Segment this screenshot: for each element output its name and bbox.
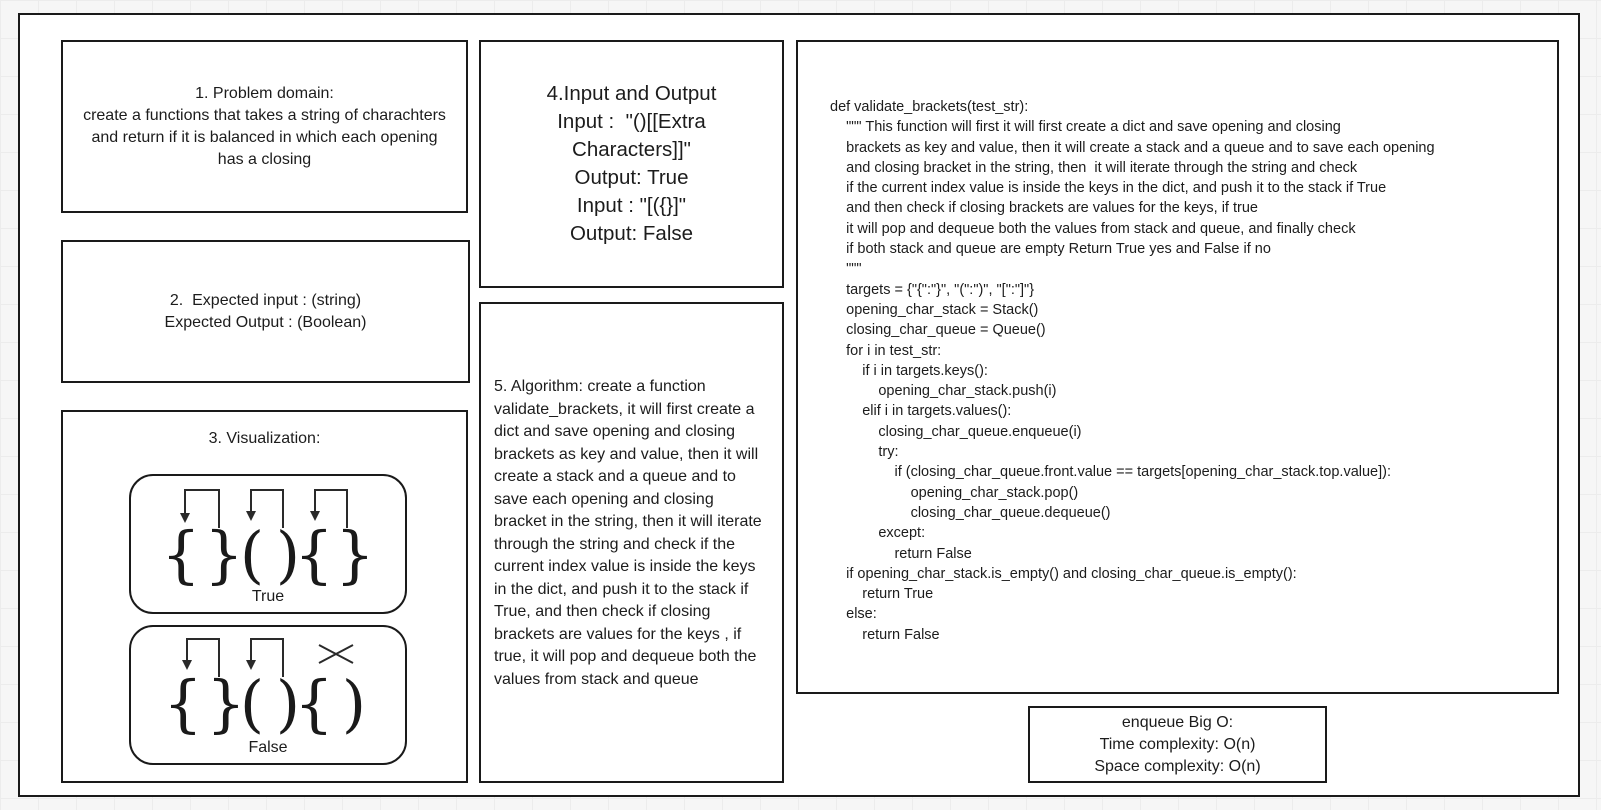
input-output-title: 4.Input and Output [546, 82, 717, 105]
bracket-glyph: } [335, 518, 374, 591]
example-false-label: False [248, 739, 288, 756]
input-output-card[interactable]: 4.Input and Output Input : "()[[Extra Ch… [479, 40, 784, 288]
bracket-glyph: ( [240, 518, 264, 591]
code-line: closing_char_queue.dequeue() [830, 504, 1111, 521]
code-card[interactable]: def validate_brackets(test_str): """ Thi… [796, 40, 1559, 694]
algorithm-text: 5. Algorithm: create a function validate… [494, 378, 762, 688]
code-line: opening_char_stack = Stack() [830, 301, 1039, 318]
code-line: and closing bracket in the string, then … [830, 159, 1358, 176]
algorithm-card[interactable]: 5. Algorithm: create a function validate… [479, 302, 784, 783]
bracket-glyph: } [204, 518, 243, 591]
visualization-title: 3. Visualization: [208, 430, 321, 447]
bracket-glyph: ) [342, 667, 366, 740]
example-true-label: True [251, 588, 285, 605]
code-line: targets = {"{":"}", "(":")", "[":"]"} [830, 281, 1035, 298]
visualization-example-true: { } ( ) { } True [129, 474, 407, 614]
input-output-line: Output: True [574, 166, 689, 189]
problem-domain-title: 1. Problem domain: [195, 84, 334, 102]
expected-output-text: Expected Output : (Boolean) [164, 313, 367, 331]
code-line: it will pop and dequeue both the values … [830, 220, 1356, 237]
code-line: return True [830, 586, 934, 603]
code-line: """ [830, 261, 862, 278]
code-line: for i in test_str: [830, 342, 942, 359]
code-line: """ This function will first it will fir… [830, 119, 1341, 136]
code-line: else: [830, 606, 877, 623]
input-output-line: Input : "()[[Extra [557, 110, 706, 133]
code-line: if (closing_char_queue.front.value == ta… [830, 464, 1392, 481]
bracket-glyph: ( [240, 667, 264, 740]
big-o-card[interactable]: enqueue Big O: Time complexity: O(n) Spa… [1028, 706, 1327, 783]
code-line: closing_char_queue = Queue() [830, 322, 1046, 339]
code-line: return False [830, 545, 972, 562]
code-line: opening_char_stack.push(i) [830, 383, 1057, 400]
problem-domain-card[interactable]: 1. Problem domain: create a functions th… [61, 40, 468, 213]
code-line: except: [830, 525, 926, 542]
bracket-glyph: { [294, 518, 333, 591]
code-block: def validate_brackets(test_str): """ Thi… [830, 97, 1435, 645]
code-line: and then check if closing brackets are v… [830, 200, 1258, 217]
input-output-line: Output: False [569, 222, 694, 245]
problem-domain-line: has a closing [217, 150, 312, 168]
code-line: try: [830, 444, 899, 461]
visualization-card[interactable]: 3. Visualization: { } ( ) { } True {} (… [61, 410, 468, 783]
bracket-glyph: { [294, 667, 333, 740]
expected-io-card[interactable]: 2. Expected input : (string) Expected Ou… [61, 240, 470, 383]
problem-domain-line: create a functions that takes a string o… [83, 106, 446, 124]
input-output-line: Characters]]" [572, 138, 691, 161]
cross-icon [318, 644, 354, 664]
bracket-glyph: { [163, 667, 202, 740]
expected-input-text: 2. Expected input : (string) [169, 291, 362, 309]
input-output-line: Input : "[({}]" [576, 194, 687, 217]
code-line: if both stack and queue are empty Return… [830, 241, 1271, 258]
code-line: def validate_brackets(test_str): [830, 99, 1029, 115]
time-complexity-text: Time complexity: O(n) [1099, 735, 1256, 753]
code-line: closing_char_queue.enqueue(i) [830, 423, 1082, 440]
space-complexity-text: Space complexity: O(n) [1094, 757, 1261, 775]
code-line: return False [830, 626, 940, 643]
code-line: elif i in targets.values(): [830, 403, 1012, 420]
bracket-glyph: { [161, 518, 200, 591]
code-line: if i in targets.keys(): [830, 362, 988, 379]
code-line: if opening_char_stack.is_empty() and clo… [830, 565, 1297, 582]
problem-domain-line: and return if it is balanced in which ea… [91, 128, 438, 146]
code-line: if the current index value is inside the… [830, 180, 1387, 197]
big-o-title: enqueue Big O: [1121, 713, 1234, 731]
code-line: brackets as key and value, then it will … [830, 139, 1435, 156]
code-line: opening_char_stack.pop() [830, 484, 1079, 501]
visualization-example-false: { } ( ) { ) False [129, 625, 407, 765]
